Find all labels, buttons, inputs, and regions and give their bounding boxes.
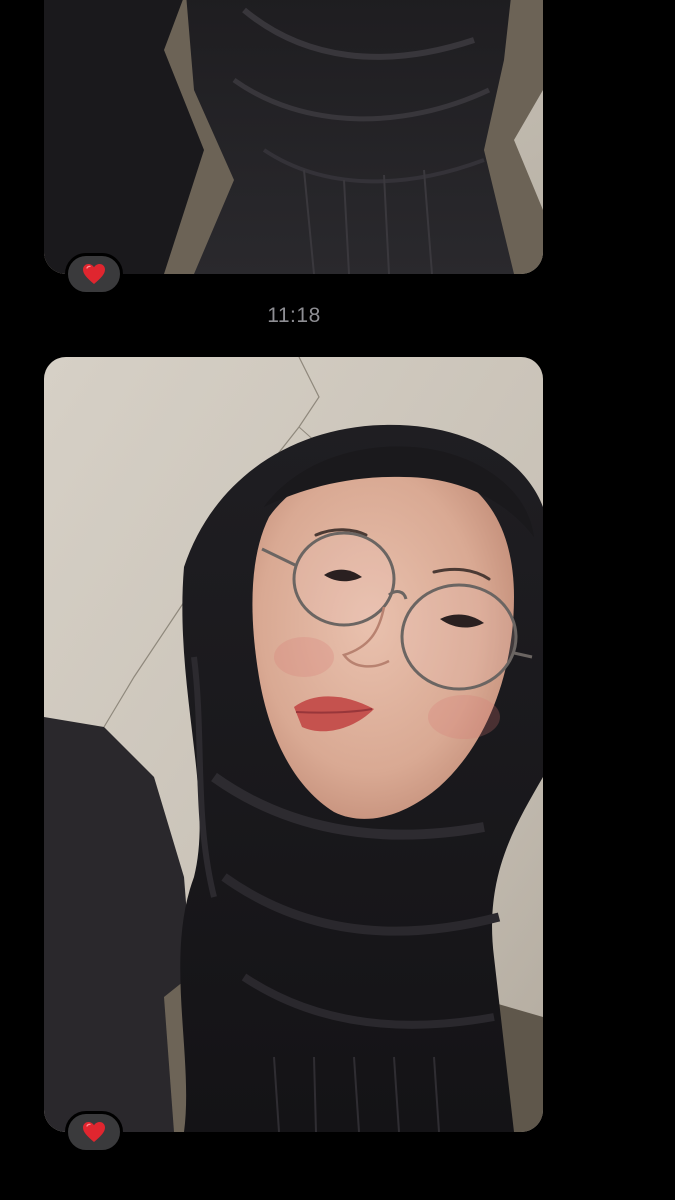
photo-image-2: [44, 357, 543, 1132]
photo-message-2[interactable]: [44, 357, 543, 1132]
heart-icon: [83, 1122, 105, 1142]
chat-thread: 11:18: [0, 0, 675, 1200]
message-timestamp: 11:18: [267, 304, 321, 327]
photo-message-1[interactable]: [44, 0, 543, 274]
heart-reaction-1[interactable]: [65, 253, 123, 295]
photo-image-1: [44, 0, 543, 274]
heart-reaction-2[interactable]: [65, 1111, 123, 1153]
heart-icon: [83, 264, 105, 284]
